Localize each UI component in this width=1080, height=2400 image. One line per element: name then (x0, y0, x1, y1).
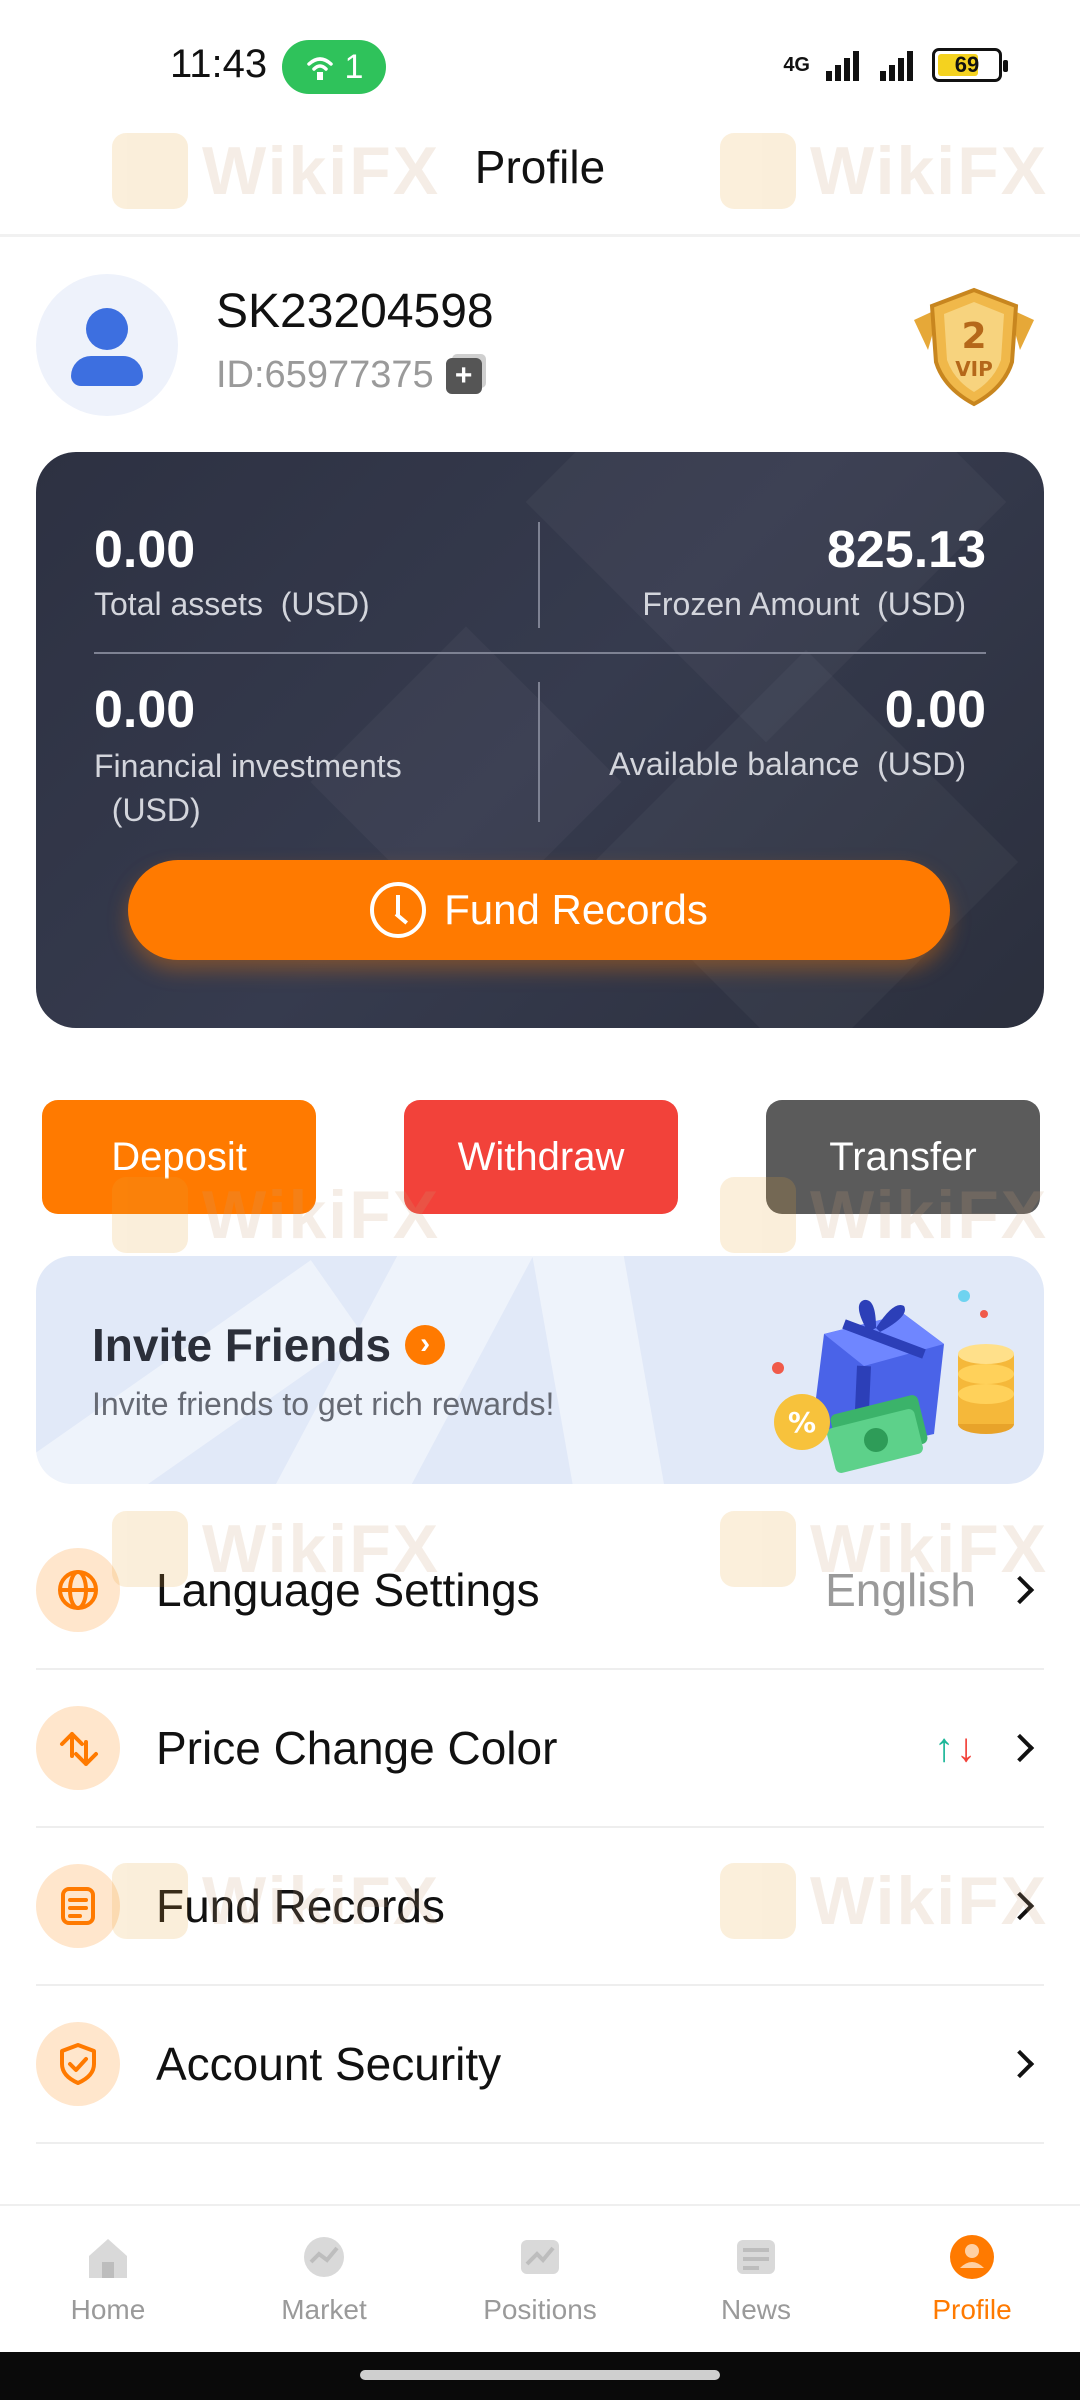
chevron-right-icon (1005, 1733, 1035, 1763)
document-icon (36, 1864, 120, 1948)
status-icons: 4G 69 (783, 48, 1008, 82)
system-home-bar (0, 2352, 1080, 2400)
nav-home-label: Home (70, 2294, 146, 2325)
home-indicator[interactable] (360, 2370, 720, 2380)
battery-icon: 69 (932, 48, 1008, 82)
financial-investments-value: 0.00 (94, 681, 196, 739)
avatar-body (71, 356, 143, 386)
fund-records-button-label: Fund Records (444, 886, 708, 933)
invite-friends-banner[interactable]: Invite Friends › Invite friends to get r… (36, 1256, 1044, 1484)
deposit-button[interactable]: Deposit (42, 1100, 316, 1214)
total-assets-value: 0.00 (94, 521, 196, 579)
total-assets-label-text: Total assets (94, 586, 263, 622)
vertical-divider (538, 522, 540, 628)
avatar-head (86, 308, 128, 350)
frozen-amount-label: Frozen Amount (USD) (642, 586, 966, 623)
nav-news[interactable]: News (648, 2206, 864, 2354)
transfer-button[interactable]: Transfer (766, 1100, 1040, 1214)
header-divider (0, 234, 1080, 237)
nav-profile[interactable]: Profile (864, 2206, 1080, 2354)
market-icon (304, 2237, 344, 2277)
financial-investments-label-text: Financial investments (94, 748, 402, 784)
gift-box-icon: % (772, 1290, 1014, 1473)
banner-ray (523, 1256, 679, 1484)
nav-market[interactable]: Market (216, 2206, 432, 2354)
swap-arrows-icon (36, 1706, 120, 1790)
frozen-amount-value: 825.13 (826, 521, 986, 579)
positions-icon (521, 2240, 559, 2274)
globe-icon (36, 1548, 120, 1632)
withdraw-button[interactable]: Withdraw (404, 1100, 678, 1214)
chevron-right-icon (1005, 2049, 1035, 2079)
user-id: ID:65977375 (216, 354, 434, 396)
network-type: 4G (783, 54, 810, 76)
horizontal-divider (94, 652, 986, 654)
balance-card: 0.00 Total assets (USD) 825.13 Frozen Am… (36, 452, 1044, 1028)
username: SK23204598 (216, 285, 494, 338)
chevron-right-icon (1005, 1891, 1035, 1921)
nav-home[interactable]: Home (0, 2206, 216, 2354)
shield-check-icon (36, 2022, 120, 2106)
nav-news-label: News (720, 2294, 791, 2325)
hotspot-indicator[interactable]: 1 (282, 40, 386, 94)
status-time: 11:43 (170, 42, 268, 86)
avatar[interactable] (36, 274, 178, 416)
hotspot-icon (306, 57, 333, 80)
copy-icon[interactable]: + (445, 357, 482, 394)
fund-records-label: Fund Records (156, 1880, 445, 1932)
vertical-divider (538, 682, 540, 822)
clock-icon (370, 882, 427, 938)
invite-title-text: Invite Friends (92, 1319, 392, 1371)
available-balance-value: 0.00 (884, 681, 986, 739)
fund-records-row[interactable]: Fund Records (36, 1828, 1044, 1986)
nav-market-label: Market (281, 2294, 367, 2325)
vip-level: 2 (961, 316, 986, 357)
financial-investments-label: Financial investments (USD) (94, 744, 474, 832)
svg-text:%: % (788, 1406, 816, 1439)
vip-badge[interactable]: 2 VIP (900, 280, 1048, 410)
available-balance-label-text: Available balance (609, 746, 860, 782)
user-id-row: ID:65977375 + (216, 354, 482, 397)
status-bar: 11:43 1 4G 69 (0, 0, 1080, 130)
arrow-right-icon: › (405, 1325, 446, 1365)
financial-investments-unit: (USD) (111, 792, 201, 828)
total-assets-label: Total assets (USD) (94, 586, 370, 623)
nav-positions-label: Positions (483, 2294, 597, 2325)
nav-positions[interactable]: Positions (432, 2206, 648, 2354)
battery-level: 69 (954, 52, 980, 77)
frozen-amount-unit: (USD) (877, 586, 966, 622)
chevron-right-icon (1005, 1575, 1035, 1605)
profile-icon (950, 2235, 994, 2279)
language-value: English (825, 1564, 976, 1616)
bottom-nav: Home Market Positions News Profile (0, 2204, 1080, 2352)
language-settings-label: Language Settings (156, 1564, 540, 1616)
total-assets-unit: (USD) (280, 586, 370, 622)
signal-icon (826, 51, 859, 81)
signal-icon-2 (880, 51, 913, 81)
up-down-color-icon: ↑ ↓ (934, 1725, 976, 1770)
available-balance-unit: (USD) (877, 746, 966, 782)
language-settings-row[interactable]: Language Settings English (36, 1512, 1044, 1670)
invite-title: Invite Friends › (92, 1318, 446, 1372)
account-security-row[interactable]: Account Security (36, 1986, 1044, 2144)
frozen-amount-label-text: Frozen Amount (642, 586, 860, 622)
price-change-color-row[interactable]: Price Change Color ↑ ↓ (36, 1670, 1044, 1828)
fund-records-button[interactable]: Fund Records (128, 860, 950, 960)
invite-subtitle: Invite friends to get rich rewards! (92, 1386, 555, 1422)
hotspot-count: 1 (344, 47, 364, 86)
available-balance-label: Available balance (USD) (609, 746, 966, 783)
home-icon (89, 2239, 127, 2278)
vip-label: VIP (955, 357, 993, 381)
news-icon (737, 2240, 775, 2274)
account-security-label: Account Security (156, 2038, 502, 2090)
page-title: Profile (474, 141, 606, 193)
nav-profile-label: Profile (932, 2294, 1012, 2325)
price-change-color-label: Price Change Color (156, 1722, 558, 1774)
